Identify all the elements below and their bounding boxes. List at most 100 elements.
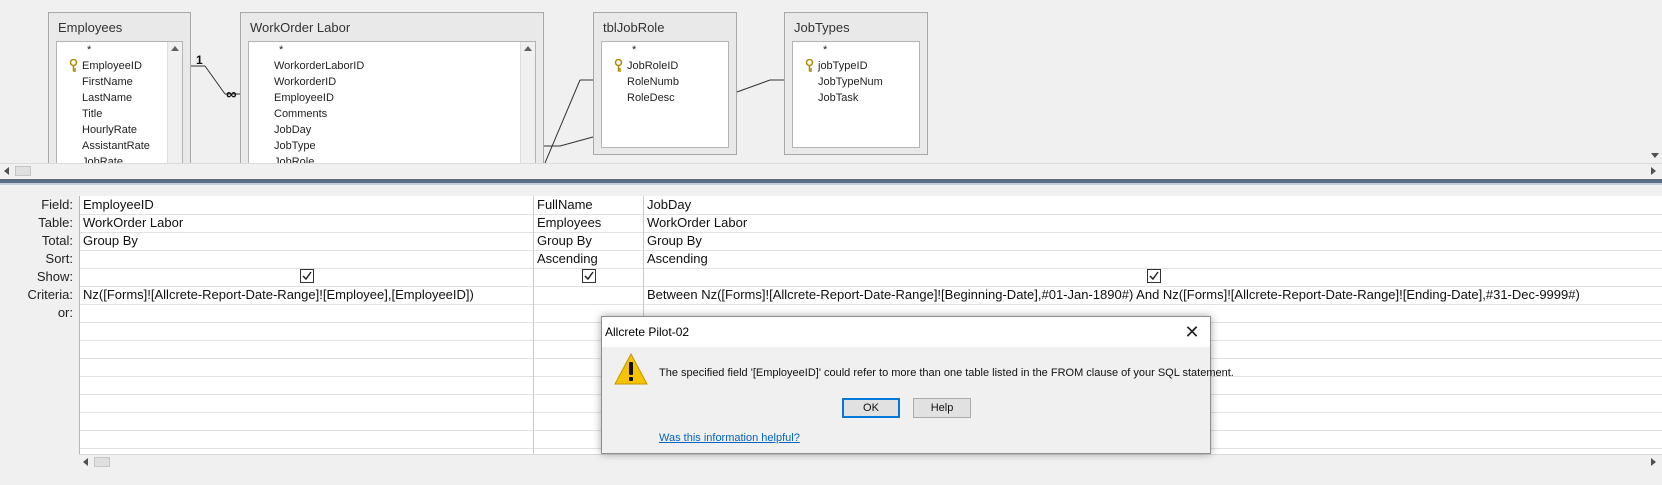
join-line-role-diag [559, 136, 594, 147]
field-item[interactable]: Title [57, 106, 182, 122]
scroll-down-icon[interactable] [1651, 153, 1659, 158]
tbljobrole-table-box[interactable]: tblJobRole * JobRoleID RoleNumb RoleDesc [593, 12, 737, 155]
workorder-labor-table-box[interactable]: WorkOrder Labor * WorkorderLaborID Workord… [240, 12, 544, 163]
show-checkbox[interactable] [300, 269, 314, 283]
scroll-thumb[interactable] [15, 166, 31, 176]
field-name: RoleDesc [627, 92, 675, 104]
field-name: AssistantRate [82, 140, 150, 152]
grid-cell-criteria[interactable]: Nz([Forms]![Allcrete-Report-Date-Range]!… [80, 286, 533, 304]
field-name: JobTypeNum [818, 76, 883, 88]
grid-cell-table[interactable]: Employees [534, 214, 643, 232]
field-list-scrollbar[interactable] [167, 42, 182, 163]
join-line-role-types [736, 79, 771, 93]
help-button[interactable]: Help [913, 398, 971, 418]
scroll-left-icon[interactable] [4, 167, 9, 175]
field-item[interactable]: RoleNumb [602, 74, 728, 90]
field-item[interactable]: WorkorderLaborID [249, 58, 535, 74]
scroll-up-icon[interactable] [171, 46, 179, 51]
field-item-all[interactable]: * [793, 42, 919, 58]
field-name: * [279, 44, 284, 56]
dialog-title: Allcrete Pilot-02 [605, 325, 690, 339]
field-name: WorkorderID [274, 76, 337, 88]
scroll-up-icon[interactable] [524, 46, 532, 51]
query-design-pane[interactable]: Employees * EmployeeID FirstName LastName Ti… [0, 0, 1662, 163]
ok-button[interactable]: OK [842, 398, 900, 418]
field-item-all[interactable]: * [602, 42, 728, 58]
field-item[interactable]: EmployeeID [249, 90, 535, 106]
grid-cell-field[interactable]: FullName [534, 196, 643, 214]
field-item[interactable]: JobTask [793, 90, 919, 106]
field-item[interactable]: LastName [57, 90, 182, 106]
field-item[interactable]: RoleDesc [602, 90, 728, 106]
field-list-scrollbar[interactable] [520, 42, 535, 163]
relationship-many-label: ∞ [226, 86, 237, 103]
field-item[interactable]: JobRoleID [602, 58, 728, 74]
employees-table-box[interactable]: Employees * EmployeeID FirstName LastName Ti… [48, 12, 191, 163]
field-name: HourlyRate [82, 124, 138, 136]
show-checkbox[interactable] [1147, 269, 1161, 283]
field-name: * [632, 44, 637, 56]
field-item[interactable]: EmployeeID [57, 58, 182, 74]
field-item[interactable]: JobDay [249, 122, 535, 138]
field-item-all[interactable]: * [249, 42, 535, 58]
field-item[interactable]: AssistantRate [57, 138, 182, 154]
jobtypes-table-box[interactable]: JobTypes * jobTypeID JobTypeNum JobTask [784, 12, 928, 155]
grid-column[interactable]: EmployeeID WorkOrder Labor Group By Nz([For… [80, 196, 534, 454]
field-item-all[interactable]: * [57, 42, 182, 58]
grid-cell-field[interactable]: JobDay [644, 196, 1662, 214]
grid-horizontal-scrollbar[interactable] [79, 454, 1662, 468]
field-item[interactable]: JobRole [249, 154, 535, 163]
grid-cell-table[interactable]: WorkOrder Labor [644, 214, 1662, 232]
field-item[interactable]: Comments [249, 106, 535, 122]
field-item[interactable]: JobType [249, 138, 535, 154]
dialog-message: The specified field '[EmployeeID]' could… [659, 367, 1234, 379]
table-title: JobTypes [794, 20, 850, 35]
dialog-body: The specified field '[EmployeeID]' could… [602, 347, 1234, 453]
field-name: Title [82, 108, 103, 120]
scroll-right-icon[interactable] [1651, 458, 1656, 466]
grid-cell-total[interactable]: Group By [534, 232, 643, 250]
field-item[interactable]: WorkorderID [249, 74, 535, 90]
grid-cell-criteria[interactable] [534, 286, 643, 304]
show-checkbox[interactable] [582, 269, 596, 283]
scroll-thumb[interactable] [94, 457, 110, 467]
field-item[interactable]: JobRate [57, 154, 182, 163]
warning-dialog[interactable]: Allcrete Pilot-02 ✕ The specified field … [601, 316, 1234, 454]
close-icon[interactable]: ✕ [1182, 322, 1202, 342]
grid-cell-show[interactable] [80, 268, 533, 286]
grid-cell-show[interactable] [644, 268, 1662, 286]
field-name: Comments [274, 108, 328, 120]
grid-cell-sort[interactable] [80, 250, 533, 268]
field-list[interactable]: * jobTypeID JobTypeNum JobTask [792, 41, 920, 148]
scroll-right-icon[interactable] [1651, 167, 1656, 175]
design-horizontal-scrollbar[interactable] [0, 163, 1662, 178]
scroll-left-icon[interactable] [83, 458, 88, 466]
grid-cell-criteria[interactable]: Between Nz([Forms]![Allcrete-Report-Date… [644, 286, 1662, 304]
grid-cell-total[interactable]: Group By [80, 232, 533, 250]
field-name: FirstName [82, 76, 133, 88]
field-name: JobTask [818, 92, 859, 104]
field-list[interactable]: * EmployeeID FirstName LastName Title HourlyR… [56, 41, 183, 163]
field-list[interactable]: * WorkorderLaborID WorkorderID EmployeeID Co… [248, 41, 536, 163]
warning-icon [614, 353, 648, 385]
grid-cell-show[interactable] [534, 268, 643, 286]
feedback-link[interactable]: Was this information helpful? [659, 432, 800, 444]
grid-cell-field[interactable]: EmployeeID [80, 196, 533, 214]
field-list[interactable]: * JobRoleID RoleNumb RoleDesc [601, 41, 729, 148]
row-label: Table: [38, 215, 73, 230]
field-item[interactable]: HourlyRate [57, 122, 182, 138]
field-item[interactable]: FirstName [57, 74, 182, 90]
grid-cell-sort[interactable]: Ascending [644, 250, 1662, 268]
pane-splitter[interactable] [0, 179, 1662, 185]
grid-cell-sort[interactable]: Ascending [534, 250, 643, 268]
field-item[interactable]: JobTypeNum [793, 74, 919, 90]
field-item[interactable]: jobTypeID [793, 58, 919, 74]
grid-cell-or[interactable] [80, 304, 533, 322]
row-label: or: [57, 305, 73, 320]
grid-cell-table[interactable]: WorkOrder Labor [80, 214, 533, 232]
table-title: Employees [58, 20, 123, 35]
row-label: Show: [36, 269, 73, 284]
grid-cell-total[interactable]: Group By [644, 232, 1662, 250]
design-vertical-scrollbar[interactable] [1647, 0, 1662, 163]
row-label: Total: [41, 233, 73, 248]
